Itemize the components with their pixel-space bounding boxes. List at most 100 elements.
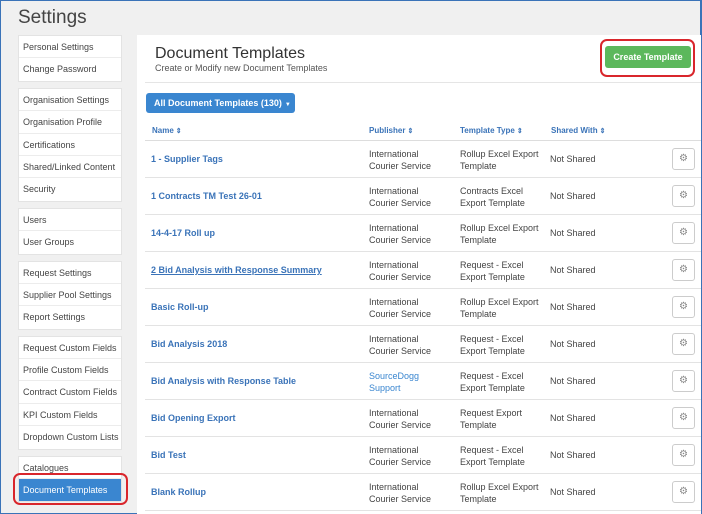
template-type-line: Template (460, 420, 497, 430)
table-row: 14-4-17 Roll up International Courier Serv… (145, 215, 701, 252)
table-row: 2 Bid Analysis with Response Summary Inte… (145, 252, 701, 289)
sidebar-item-personal-settings[interactable]: Personal Settings (19, 36, 121, 59)
settings-sidebar: Personal Settings Change Password Organisa… (18, 35, 122, 508)
shared-with-cell: Not Shared (550, 228, 596, 238)
gear-icon: ⚙ (679, 264, 688, 275)
template-type-line: Request - Excel (460, 371, 524, 381)
publisher-cell: International Courier Service (369, 296, 431, 320)
table-row: Blank Rollup International Courier Service… (145, 474, 701, 511)
sidebar-item-change-password[interactable]: Change Password (19, 58, 121, 80)
highlight-create-template (600, 39, 695, 77)
template-type-line: Template (460, 161, 497, 171)
template-name-link[interactable]: 2 Bid Analysis with Response Summary (151, 252, 322, 289)
publisher-cell[interactable]: SourceDogg Support (369, 370, 419, 394)
column-header-type-label: Template Type (460, 126, 515, 135)
publisher-line: International (369, 408, 419, 418)
template-type-cell: Request - Excel Export Template (460, 259, 525, 283)
template-type-cell: Request - Excel Export Template (460, 370, 525, 394)
sidebar-item-organisation-settings[interactable]: Organisation Settings (19, 89, 121, 112)
row-settings-button[interactable]: ⚙ (672, 222, 695, 244)
shared-with-cell: Not Shared (550, 487, 596, 497)
table-row: Basic Roll-up International Courier Servic… (145, 289, 701, 326)
publisher-line: Courier Service (369, 457, 432, 467)
publisher-line: Courier Service (369, 494, 432, 504)
main-panel: Document Templates Create or Modify new … (137, 35, 701, 514)
filter-dropdown-button[interactable]: All Document Templates (130) ▼ (146, 93, 295, 113)
template-name-link[interactable]: Bid Test (151, 437, 186, 474)
table-row: Bid Test International Courier Service Requ… (145, 437, 701, 474)
template-name-link[interactable]: Bid Opening Export (151, 400, 236, 437)
publisher-line: International (369, 445, 419, 455)
template-type-line: Template (460, 235, 497, 245)
gear-icon: ⚙ (679, 412, 688, 423)
row-settings-button[interactable]: ⚙ (672, 259, 695, 281)
sidebar-item-users[interactable]: Users (19, 209, 121, 232)
sidebar-item-dropdown-custom-lists[interactable]: Dropdown Custom Lists (19, 426, 121, 448)
publisher-line: Courier Service (369, 161, 432, 171)
shared-with-cell: Not Shared (550, 339, 596, 349)
sidebar-item-user-groups[interactable]: User Groups (19, 231, 121, 253)
template-type-line: Rollup Excel Export (460, 149, 539, 159)
column-header-publisher[interactable]: Publisher ⇕ (369, 126, 413, 135)
column-header-publisher-label: Publisher (369, 126, 406, 135)
template-type-line: Request - Excel (460, 260, 524, 270)
template-name-link[interactable]: Basic Roll-up (151, 289, 209, 326)
publisher-cell: International Courier Service (369, 407, 431, 431)
table-row: 1 - Supplier Tags International Courier Se… (145, 141, 701, 178)
sidebar-item-shared-linked-content[interactable]: Shared/Linked Content (19, 156, 121, 179)
row-settings-button[interactable]: ⚙ (672, 481, 695, 503)
publisher-cell: International Courier Service (369, 222, 431, 246)
row-settings-button[interactable]: ⚙ (672, 333, 695, 355)
row-settings-button[interactable]: ⚙ (672, 185, 695, 207)
sidebar-item-supplier-pool-settings[interactable]: Supplier Pool Settings (19, 284, 121, 307)
column-header-type[interactable]: Template Type ⇕ (460, 126, 523, 135)
template-name-link[interactable]: Blank Rollup (151, 474, 206, 511)
publisher-line: International (369, 186, 419, 196)
publisher-line: SourceDogg (369, 371, 420, 381)
table-row: Bid Analysis with Response Table SourceDo… (145, 363, 701, 400)
column-header-shared[interactable]: Shared With ⇕ (551, 126, 605, 135)
shared-with-cell: Not Shared (550, 191, 596, 201)
row-settings-button[interactable]: ⚙ (672, 444, 695, 466)
template-type-line: Export Template (460, 346, 525, 356)
table-row: 1 Contracts TM Test 26-01 International Co… (145, 178, 701, 215)
publisher-line: International (369, 260, 419, 270)
sidebar-item-profile-custom-fields[interactable]: Profile Custom Fields (19, 359, 121, 382)
publisher-cell: International Courier Service (369, 333, 431, 357)
row-settings-button[interactable]: ⚙ (672, 148, 695, 170)
template-name-link[interactable]: Bid Analysis 2018 (151, 326, 227, 363)
table-row: Bid Analysis 2018 International Courier Se… (145, 326, 701, 363)
gear-icon: ⚙ (679, 301, 688, 312)
sort-icon: ⇕ (599, 128, 606, 135)
sidebar-item-request-settings[interactable]: Request Settings (19, 262, 121, 284)
row-settings-button[interactable]: ⚙ (672, 407, 695, 429)
sidebar-item-certifications[interactable]: Certifications (19, 134, 121, 156)
gear-icon: ⚙ (679, 375, 688, 386)
template-type-line: Template (460, 309, 497, 319)
template-name-link[interactable]: 14-4-17 Roll up (151, 215, 215, 252)
gear-icon: ⚙ (679, 338, 688, 349)
sidebar-item-report-settings[interactable]: Report Settings (19, 306, 121, 328)
sidebar-item-organisation-profile[interactable]: Organisation Profile (19, 111, 121, 134)
template-type-cell: Rollup Excel Export Template (460, 296, 539, 320)
template-name-link[interactable]: 1 Contracts TM Test 26-01 (151, 178, 262, 215)
publisher-line: Courier Service (369, 309, 432, 319)
template-type-cell: Request - Excel Export Template (460, 444, 525, 468)
template-name-link[interactable]: Bid Analysis with Response Table (151, 363, 296, 400)
gear-icon: ⚙ (679, 486, 688, 497)
sidebar-item-request-custom-fields[interactable]: Request Custom Fields (19, 337, 121, 360)
template-type-cell: Rollup Excel Export Template (460, 148, 539, 172)
row-settings-button[interactable]: ⚙ (672, 370, 695, 392)
section-title: Document Templates (155, 45, 305, 62)
sidebar-item-security[interactable]: Security (19, 178, 121, 200)
template-name-link[interactable]: 1 - Supplier Tags (151, 141, 223, 178)
template-type-line: Template (460, 494, 497, 504)
sidebar-item-kpi-custom-fields[interactable]: KPI Custom Fields (19, 404, 121, 427)
publisher-line: Courier Service (369, 420, 432, 430)
publisher-line: Support (369, 383, 401, 393)
row-settings-button[interactable]: ⚙ (672, 296, 695, 318)
sidebar-item-contract-custom-fields[interactable]: Contract Custom Fields (19, 381, 121, 404)
publisher-line: Courier Service (369, 346, 432, 356)
column-header-name[interactable]: Name ⇕ (152, 126, 182, 135)
shared-with-cell: Not Shared (550, 413, 596, 423)
